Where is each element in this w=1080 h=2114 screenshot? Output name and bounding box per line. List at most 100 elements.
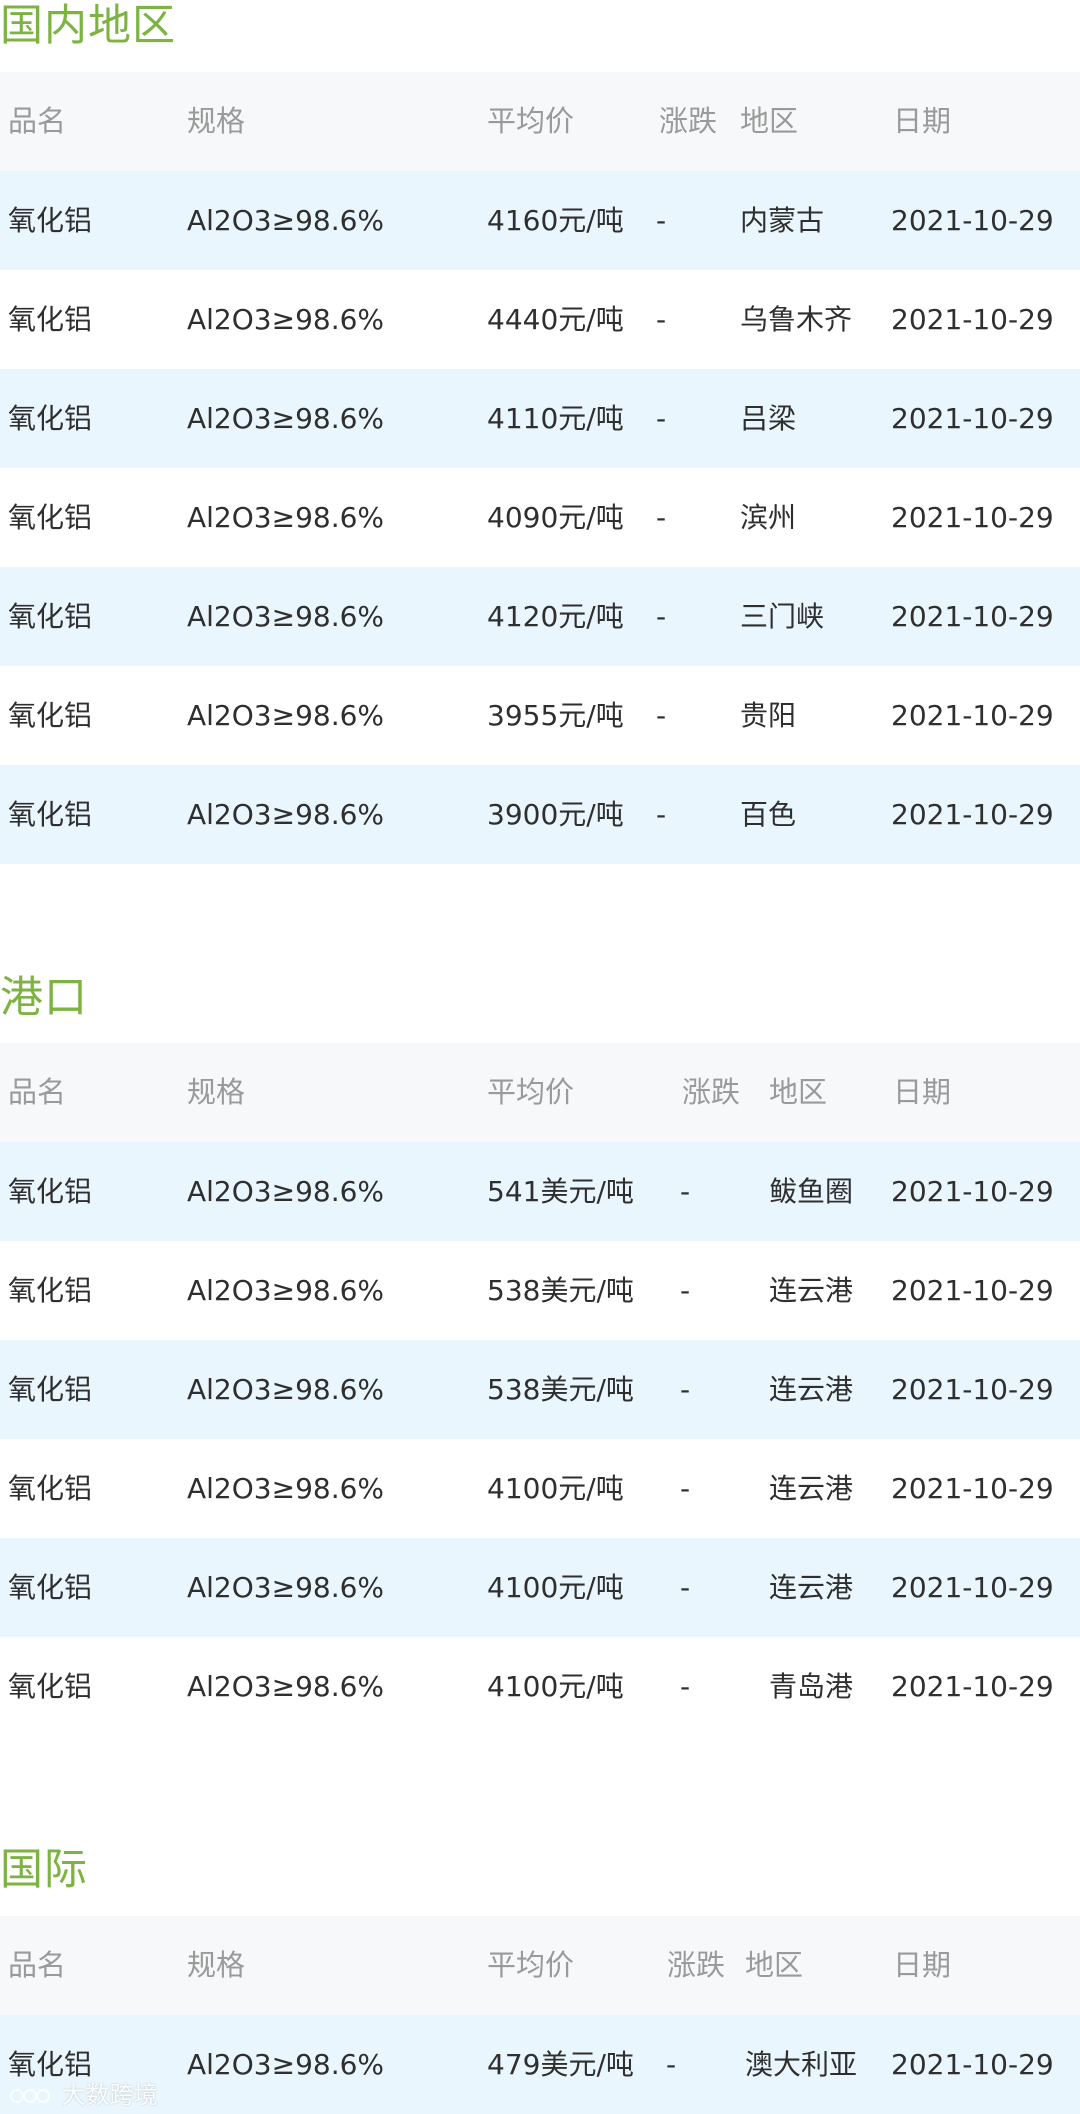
cell-region: 内蒙古 [740,204,825,237]
cell-price: 538美元/吨 [487,1274,634,1307]
header-price: 平均价 [487,104,575,138]
table-row[interactable]: 氧化铝 Al2O3≥98.6% 4120元/吨 - 三门峡 2021-10-29 [0,567,1080,666]
cell-spec: Al2O3≥98.6% [187,402,385,435]
table-row[interactable]: 氧化铝 Al2O3≥98.6% 4100元/吨 - 连云港 2021-10-29 [0,1538,1080,1637]
header-price: 平均价 [487,1948,575,1982]
cell-region: 滨州 [740,501,797,534]
cell-price: 4120元/吨 [487,600,624,633]
cell-price: 4440元/吨 [487,303,624,336]
cell-name: 氧化铝 [8,204,93,237]
cell-price: 479美元/吨 [487,2048,634,2081]
cell-price: 4100元/吨 [487,1670,624,1703]
cell-name: 氧化铝 [8,1274,93,1307]
header-change: 涨跌 [667,1948,726,1982]
cell-region: 百色 [740,798,797,831]
table-row[interactable]: 氧化铝 Al2O3≥98.6% 479美元/吨 - 澳大利亚 2021-10-2… [0,2015,1080,2114]
table-header: 品名 规格 平均价 涨跌 地区 日期 [0,1043,1080,1142]
cell-change: - [666,2048,677,2081]
cell-date: 2021-10-29 [891,501,1054,534]
header-region: 地区 [740,104,799,138]
cell-date: 2021-10-29 [891,2048,1054,2081]
cell-price: 4100元/吨 [487,1472,624,1505]
watermark-text: 大数跨境 [61,2081,158,2109]
header-change: 涨跌 [682,1075,741,1109]
table-row[interactable]: 氧化铝 Al2O3≥98.6% 3900元/吨 - 百色 2021-10-29 [0,765,1080,864]
cell-price: 4160元/吨 [487,204,624,237]
table-row[interactable]: 氧化铝 Al2O3≥98.6% 4160元/吨 - 内蒙古 2021-10-29 [0,171,1080,270]
cell-region: 连云港 [769,1274,854,1307]
header-region: 地区 [745,1948,804,1982]
cell-name: 氧化铝 [8,1670,93,1703]
cell-change: - [680,1571,691,1604]
cell-region: 乌鲁木齐 [740,303,853,336]
cell-date: 2021-10-29 [891,1670,1054,1703]
table-row[interactable]: 氧化铝 Al2O3≥98.6% 538美元/吨 - 连云港 2021-10-29 [0,1241,1080,1340]
cell-date: 2021-10-29 [891,798,1054,831]
cell-price: 3955元/吨 [487,699,624,732]
header-spec: 规格 [187,1075,246,1109]
cell-price: 3900元/吨 [487,798,624,831]
cell-date: 2021-10-29 [891,1175,1054,1208]
cell-spec: Al2O3≥98.6% [187,1175,385,1208]
cell-date: 2021-10-29 [891,1472,1054,1505]
cell-spec: Al2O3≥98.6% [187,798,385,831]
table-row[interactable]: 氧化铝 Al2O3≥98.6% 4110元/吨 - 吕梁 2021-10-29 [0,369,1080,468]
cell-region: 吕梁 [740,402,797,435]
table-row[interactable]: 氧化铝 Al2O3≥98.6% 538美元/吨 - 连云港 2021-10-29 [0,1340,1080,1439]
cell-region: 连云港 [769,1571,854,1604]
cell-region: 青岛港 [769,1670,854,1703]
header-change: 涨跌 [659,104,718,138]
header-name: 品名 [8,104,67,138]
cell-change: - [656,600,667,633]
table-row[interactable]: 氧化铝 Al2O3≥98.6% 4100元/吨 - 青岛港 2021-10-29 [0,1637,1080,1736]
cell-date: 2021-10-29 [891,1571,1054,1604]
cell-name: 氧化铝 [8,1472,93,1505]
watermark: 大数跨境 [10,2080,158,2110]
cell-spec: Al2O3≥98.6% [187,501,385,534]
cell-price: 541美元/吨 [487,1175,634,1208]
table-row[interactable]: 氧化铝 Al2O3≥98.6% 4440元/吨 - 乌鲁木齐 2021-10-2… [0,270,1080,369]
cell-region: 三门峡 [740,600,825,633]
cell-spec: Al2O3≥98.6% [187,1571,385,1604]
cell-change: - [680,1472,691,1505]
cell-name: 氧化铝 [8,1571,93,1604]
cell-change: - [656,798,667,831]
table-row[interactable]: 氧化铝 Al2O3≥98.6% 3955元/吨 - 贵阳 2021-10-29 [0,666,1080,765]
cell-spec: Al2O3≥98.6% [187,1472,385,1505]
cell-spec: Al2O3≥98.6% [187,1373,385,1406]
cell-price: 4110元/吨 [487,402,624,435]
cell-date: 2021-10-29 [891,600,1054,633]
cell-change: - [656,699,667,732]
table-row[interactable]: 氧化铝 Al2O3≥98.6% 541美元/吨 - 鲅鱼圈 2021-10-29 [0,1142,1080,1241]
cell-name: 氧化铝 [8,501,93,534]
table-row[interactable]: 氧化铝 Al2O3≥98.6% 4090元/吨 - 滨州 2021-10-29 [0,468,1080,567]
cell-date: 2021-10-29 [891,1373,1054,1406]
cell-region: 连云港 [769,1472,854,1505]
cell-date: 2021-10-29 [891,204,1054,237]
cell-change: - [656,501,667,534]
cell-spec: Al2O3≥98.6% [187,699,385,732]
watermark-logo-icon [10,2089,50,2103]
cell-spec: Al2O3≥98.6% [187,600,385,633]
header-date: 日期 [893,1075,952,1109]
cell-change: - [656,402,667,435]
cell-change: - [680,1670,691,1703]
cell-date: 2021-10-29 [891,402,1054,435]
cell-region: 澳大利亚 [745,2048,858,2081]
section-title: 国际 [0,1845,88,1895]
table-header: 品名 规格 平均价 涨跌 地区 日期 [0,72,1080,171]
cell-region: 连云港 [769,1373,854,1406]
cell-spec: Al2O3≥98.6% [187,1274,385,1307]
header-name: 品名 [8,1948,67,1982]
cell-region: 鲅鱼圈 [769,1175,854,1208]
cell-spec: Al2O3≥98.6% [187,1670,385,1703]
table-row[interactable]: 氧化铝 Al2O3≥98.6% 4100元/吨 - 连云港 2021-10-29 [0,1439,1080,1538]
cell-name: 氧化铝 [8,699,93,732]
cell-change: - [656,303,667,336]
section-title: 国内地区 [0,1,176,51]
cell-name: 氧化铝 [8,1175,93,1208]
cell-price: 4100元/吨 [487,1571,624,1604]
cell-change: - [680,1373,691,1406]
header-spec: 规格 [187,1948,246,1982]
cell-name: 氧化铝 [8,402,93,435]
